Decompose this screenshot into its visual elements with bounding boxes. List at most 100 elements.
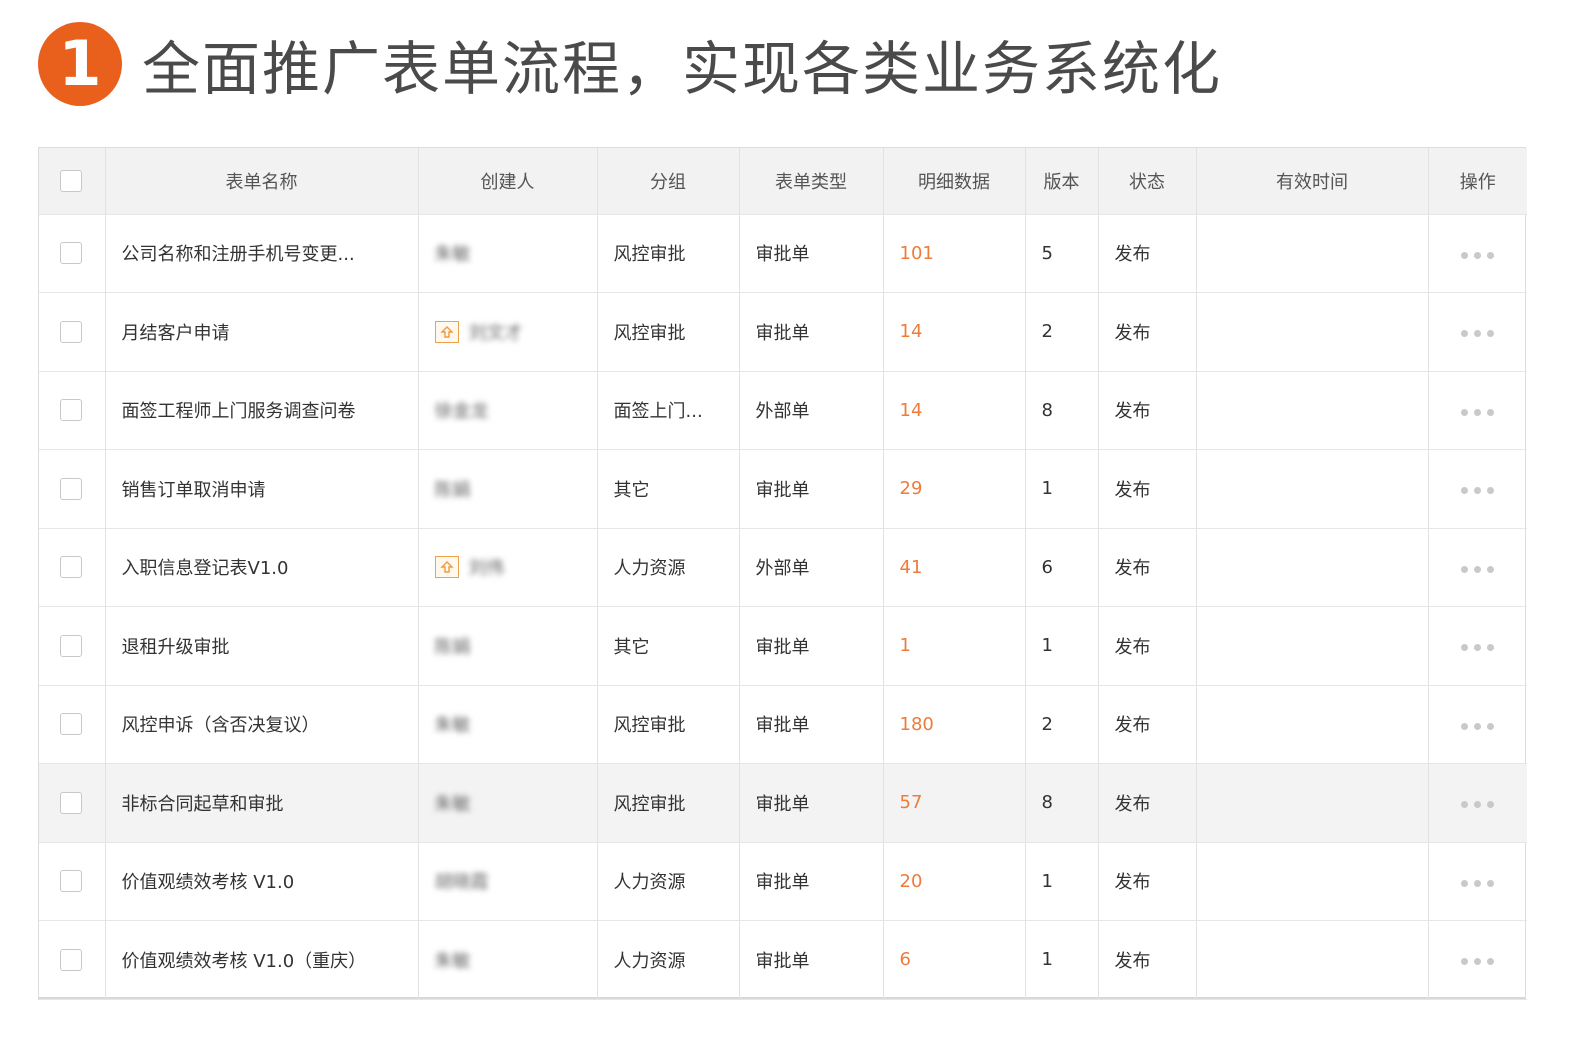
more-actions-icon[interactable]	[1460, 565, 1494, 573]
table-row[interactable]: 面签工程师上门服务调查问卷 徐金龙 面签上门... 外部单 14 8 发布	[39, 371, 1527, 450]
valid-time-cell	[1196, 528, 1429, 607]
details-count-link[interactable]: 101	[883, 214, 1026, 293]
table-row[interactable]: 入职信息登记表V1.0 刘伟 人力资源 外部单 41 6 发布	[39, 528, 1527, 607]
form-type-cell: 审批单	[739, 763, 884, 843]
details-count-link[interactable]: 180	[883, 685, 1026, 764]
more-actions-icon[interactable]	[1460, 801, 1494, 809]
more-actions-icon[interactable]	[1460, 958, 1494, 966]
col-header-name[interactable]: 表单名称	[105, 148, 419, 215]
status-cell: 发布	[1098, 214, 1197, 293]
details-count-link[interactable]: 6	[883, 920, 1026, 1000]
group-cell: 风控审批	[597, 685, 740, 764]
table-row[interactable]: 价值观绩效考核 V1.0 胡晓霞 人力资源 审批单 20 1 发布	[39, 842, 1527, 921]
col-header-version[interactable]: 版本	[1025, 148, 1099, 215]
more-actions-icon[interactable]	[1460, 879, 1494, 887]
valid-time-cell	[1196, 685, 1429, 764]
row-select-cell	[39, 528, 106, 607]
form-name[interactable]: 月结客户申请	[105, 292, 419, 372]
creator-name: 朱敏	[434, 793, 471, 815]
col-header-valid-time[interactable]: 有效时间	[1196, 148, 1429, 215]
table-row[interactable]: 公司名称和注册手机号变更... 朱敏 风控审批 审批单 101 5 发布	[39, 214, 1527, 293]
details-count-link[interactable]: 20	[883, 842, 1026, 921]
row-select-cell	[39, 763, 106, 843]
form-name[interactable]: 非标合同起草和审批	[105, 763, 419, 843]
more-actions-icon[interactable]	[1460, 722, 1494, 730]
status-cell: 发布	[1098, 606, 1197, 686]
details-count-link[interactable]: 41	[883, 528, 1026, 607]
group-cell: 人力资源	[597, 920, 740, 1000]
version-cell: 8	[1025, 763, 1099, 843]
valid-time-cell	[1196, 606, 1429, 686]
creator-name: 陈娟	[434, 479, 471, 501]
creator-name: 朱敏	[434, 244, 471, 266]
form-type-cell: 审批单	[739, 606, 884, 686]
form-name[interactable]: 风控申诉（含否决复议）	[105, 685, 419, 764]
row-checkbox[interactable]	[60, 634, 83, 657]
table-row[interactable]: 月结客户申请 刘文才 风控审批 审批单 14 2 发布	[39, 292, 1527, 372]
table-row[interactable]: 价值观绩效考核 V1.0（重庆） 朱敏 人力资源 审批单 6 1 发布	[39, 920, 1527, 1000]
row-checkbox[interactable]	[60, 791, 83, 814]
details-count-link[interactable]: 1	[883, 606, 1026, 686]
status-cell: 发布	[1098, 528, 1197, 607]
valid-time-cell	[1196, 842, 1429, 921]
form-name[interactable]: 入职信息登记表V1.0	[105, 528, 419, 607]
actions-cell	[1428, 763, 1527, 843]
creator-cell: 陈娟	[418, 606, 598, 686]
actions-cell	[1428, 449, 1527, 529]
group-cell: 人力资源	[597, 528, 740, 607]
details-count-link[interactable]: 14	[883, 371, 1026, 450]
row-checkbox[interactable]	[60, 320, 83, 343]
row-select-cell	[39, 292, 106, 372]
more-actions-icon[interactable]	[1460, 487, 1494, 495]
row-checkbox[interactable]	[60, 948, 83, 971]
version-cell: 2	[1025, 685, 1099, 764]
table-row[interactable]: 销售订单取消申请 陈娟 其它 审批单 29 1 发布	[39, 449, 1527, 529]
details-count-link[interactable]: 14	[883, 292, 1026, 372]
form-name[interactable]: 公司名称和注册手机号变更...	[105, 214, 419, 293]
form-name[interactable]: 面签工程师上门服务调查问卷	[105, 371, 419, 450]
row-checkbox[interactable]	[60, 477, 83, 500]
details-count-link[interactable]: 57	[883, 763, 1026, 843]
version-cell: 1	[1025, 449, 1099, 529]
form-type-cell: 审批单	[739, 685, 884, 764]
col-header-status[interactable]: 状态	[1098, 148, 1197, 215]
details-count-link[interactable]: 29	[883, 449, 1026, 529]
table-row[interactable]: 风控申诉（含否决复议） 朱敏 风控审批 审批单 180 2 发布	[39, 685, 1527, 764]
version-cell: 1	[1025, 920, 1099, 1000]
form-name[interactable]: 价值观绩效考核 V1.0	[105, 842, 419, 921]
row-checkbox[interactable]	[60, 556, 83, 579]
form-type-cell: 审批单	[739, 214, 884, 293]
form-name[interactable]: 价值观绩效考核 V1.0（重庆）	[105, 920, 419, 1000]
row-select-cell	[39, 920, 106, 1000]
row-checkbox[interactable]	[60, 870, 83, 893]
select-all-checkbox[interactable]	[60, 169, 83, 192]
more-actions-icon[interactable]	[1460, 330, 1494, 338]
col-header-group[interactable]: 分组	[597, 148, 740, 215]
table-row-hovered[interactable]: 非标合同起草和审批 朱敏 风控审批 审批单 57 8 发布	[39, 763, 1527, 843]
more-actions-icon[interactable]	[1460, 408, 1494, 416]
more-actions-icon[interactable]	[1460, 644, 1494, 652]
col-header-creator[interactable]: 创建人	[418, 148, 598, 215]
row-checkbox[interactable]	[60, 399, 83, 422]
upload-icon	[434, 320, 459, 343]
row-checkbox[interactable]	[60, 242, 83, 265]
group-cell: 风控审批	[597, 292, 740, 372]
row-select-cell	[39, 842, 106, 921]
form-table: 表单名称 创建人 分组 表单类型 明细数据 版本 状态 有效时间 操作 公司名称…	[38, 147, 1527, 1000]
form-name[interactable]: 退租升级审批	[105, 606, 419, 686]
form-name[interactable]: 销售订单取消申请	[105, 449, 419, 529]
col-header-details[interactable]: 明细数据	[883, 148, 1026, 215]
form-type-cell: 外部单	[739, 528, 884, 607]
valid-time-cell	[1196, 449, 1429, 529]
row-select-cell	[39, 449, 106, 529]
status-cell: 发布	[1098, 449, 1197, 529]
col-header-type[interactable]: 表单类型	[739, 148, 884, 215]
actions-cell	[1428, 371, 1527, 450]
group-cell: 其它	[597, 606, 740, 686]
form-type-cell: 审批单	[739, 842, 884, 921]
group-cell: 风控审批	[597, 763, 740, 843]
table-row[interactable]: 退租升级审批 陈娟 其它 审批单 1 1 发布	[39, 606, 1527, 686]
more-actions-icon[interactable]	[1460, 251, 1494, 259]
status-cell: 发布	[1098, 920, 1197, 1000]
row-checkbox[interactable]	[60, 713, 83, 736]
